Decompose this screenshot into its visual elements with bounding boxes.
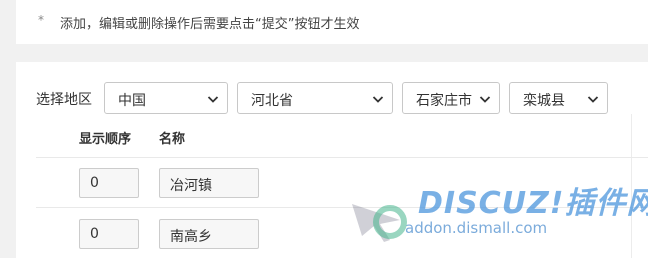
watermark-brand: DISCUZ!插件网 <box>418 186 648 221</box>
column-header-order: 显示顺序 <box>79 132 132 147</box>
county-select-value: 栾城县 <box>523 93 565 109</box>
chevron-down-icon <box>587 96 599 103</box>
watermark-url: addon.dismall.com <box>405 219 548 237</box>
name-input[interactable]: 冶河镇 <box>159 168 259 198</box>
watermark-logo-icon <box>352 204 407 242</box>
chevron-down-icon <box>479 96 491 103</box>
order-input[interactable]: 0 <box>79 168 139 198</box>
city-select-value: 石家庄市 <box>416 93 472 109</box>
name-input-value: 冶河镇 <box>170 178 212 194</box>
region-label: 选择地区 <box>36 92 92 108</box>
city-select[interactable]: 石家庄市 <box>402 82 500 114</box>
notice-text: 添加，编辑或删除操作后需要点击“提交”按钮才生效 <box>60 17 360 32</box>
notice-bullet: * <box>38 13 44 27</box>
notice-bar: * 添加，编辑或删除操作后需要点击“提交”按钮才生效 <box>16 0 648 44</box>
province-select[interactable]: 河北省 <box>237 82 393 114</box>
order-input-value: 0 <box>90 175 99 191</box>
chevron-down-icon <box>372 96 384 103</box>
watermark: DISCUZ!插件网 addon.dismall.com <box>340 176 648 258</box>
name-input-value: 南高乡 <box>170 229 212 245</box>
name-input[interactable]: 南高乡 <box>159 219 259 249</box>
country-select-value: 中国 <box>118 93 146 109</box>
chevron-down-icon <box>207 96 219 103</box>
column-header-name: 名称 <box>159 132 186 147</box>
order-input-value: 0 <box>90 226 99 242</box>
province-select-value: 河北省 <box>251 93 293 109</box>
row-divider <box>36 157 648 158</box>
order-input[interactable]: 0 <box>79 219 139 249</box>
country-select[interactable]: 中国 <box>104 82 228 114</box>
county-select[interactable]: 栾城县 <box>509 82 608 114</box>
